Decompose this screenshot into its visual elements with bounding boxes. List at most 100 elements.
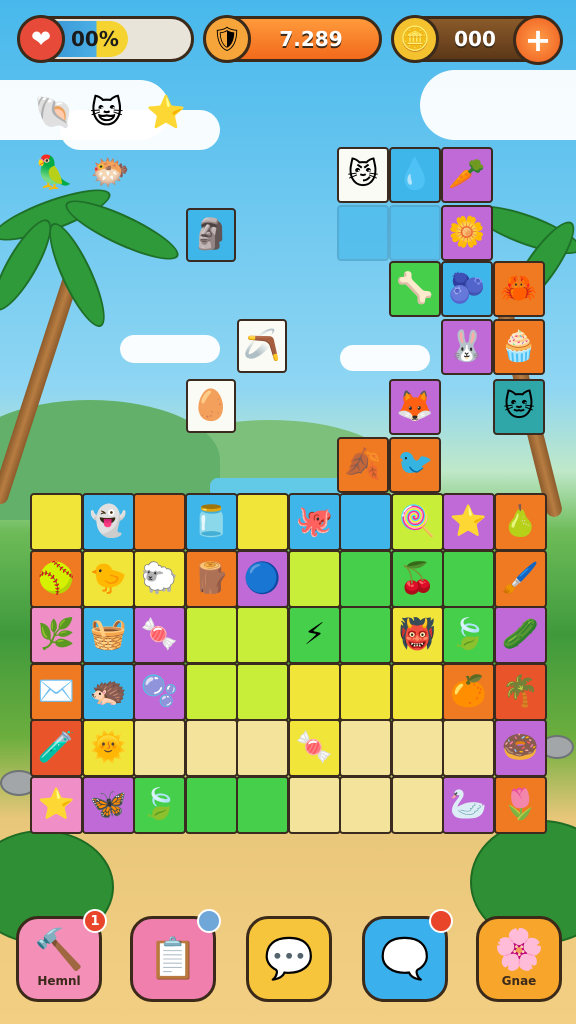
board-cell[interactable]: 🥎 [30,550,83,608]
parrot-icon: 🦜 [34,153,74,191]
board-cell[interactable]: 🍩 [494,719,547,777]
fox-icon[interactable]: 🦊 [389,379,441,435]
leaf-icon[interactable]: 🍂 [337,437,389,493]
board-cell[interactable] [185,776,238,834]
board-cell[interactable]: 🍬 [133,606,186,664]
bird-icon[interactable]: 🐦 [389,437,441,493]
board-cell[interactable]: 🥒 [494,606,547,664]
board-cell[interactable] [236,493,289,551]
message-button[interactable]: 🗨️ [362,909,453,1002]
board-cell[interactable] [442,719,495,777]
board-cell[interactable] [391,663,444,721]
coin-value: 000 [454,27,496,51]
moai-icon[interactable]: 🗿 [186,208,236,262]
board-cell[interactable]: 🍊 [442,663,495,721]
board-cell[interactable]: 🦢 [442,776,495,834]
cupcake-icon[interactable]: 🧁 [493,319,545,375]
board-cell[interactable]: 🧺 [82,606,135,664]
board-cell[interactable]: ⭐ [30,776,83,834]
board-cell[interactable]: 🧪 [30,719,83,777]
notes-button[interactable]: 📋 [130,909,221,1002]
coin-counter: 🪙 000 + [391,15,563,65]
boomerang-icon[interactable]: 🪃 [237,319,287,373]
settings-button[interactable]: 🌸 Gnae [476,916,562,1002]
board-cell[interactable]: 🌞 [82,719,135,777]
board-cell[interactable]: 🍃 [133,776,186,834]
board-cell[interactable] [133,493,186,551]
board-cell[interactable] [236,776,289,834]
board-cell[interactable] [133,719,186,777]
egg-icon[interactable]: 🥚 [186,379,236,433]
hammer-button[interactable]: 🔨 Hemnl 1 [16,909,107,1002]
kitty-icon[interactable]: 🐱 [493,379,545,435]
board-cell[interactable] [236,663,289,721]
board-cell[interactable] [30,493,83,551]
settings-label: Gnae [501,974,537,988]
pufferfish-icon: 🐡 [90,153,130,191]
board-cell[interactable]: 🖌️ [494,550,547,608]
cloud [120,335,220,363]
empty-tile[interactable] [389,205,441,261]
board-cell[interactable]: 🦋 [82,776,135,834]
board-cell[interactable] [339,663,392,721]
board-cell[interactable] [236,606,289,664]
board-cell[interactable]: 🍒 [391,550,444,608]
carrot-icon[interactable]: 🥕 [441,147,493,203]
cloud [60,110,220,150]
bone-icon[interactable]: 🦴 [389,261,441,317]
board-cell[interactable] [185,663,238,721]
board-cell[interactable]: ⭐ [442,493,495,551]
board-cell[interactable]: 🦔 [82,663,135,721]
board-cell[interactable] [339,550,392,608]
bunny-icon[interactable]: 🐰 [441,319,493,375]
board-cell[interactable]: ⚡ [288,606,341,664]
empty-tile[interactable] [337,205,389,261]
board-cell[interactable] [391,719,444,777]
flower-icon[interactable]: 🌼 [441,205,493,261]
board-cell[interactable]: 👹 [391,606,444,664]
board-cell[interactable] [339,606,392,664]
board-cell[interactable] [288,663,341,721]
board-cell[interactable]: 🍬 [288,719,341,777]
board-cell[interactable]: 🐑 [133,550,186,608]
board-cell[interactable] [236,719,289,777]
progress-value: 00% [71,27,119,51]
message-icon: 🗨️ [380,936,430,982]
board-cell[interactable] [391,776,444,834]
board-cell[interactable] [339,719,392,777]
cat-face-icon: 😺 [90,93,124,131]
hammer-icon: 🔨 [34,927,84,973]
board-cell[interactable]: 🔵 [236,550,289,608]
board-cell[interactable]: 🌷 [494,776,547,834]
board-cell[interactable]: 🫙 [185,493,238,551]
chat-icon: 💬 [264,936,314,982]
notification-badge: 1 [83,909,107,933]
board-cell[interactable]: 👻 [82,493,135,551]
board-cell[interactable] [339,776,392,834]
board-cell[interactable]: 🍐 [494,493,547,551]
board-cell[interactable] [442,550,495,608]
board-cell[interactable]: 🍃 [442,606,495,664]
board-cell[interactable]: 🐙 [288,493,341,551]
board-cell[interactable]: 🌿 [30,606,83,664]
board-cell[interactable] [185,719,238,777]
board-cell[interactable] [288,776,341,834]
board-cell[interactable]: 🐤 [82,550,135,608]
board-cell[interactable] [185,606,238,664]
coin-icon: 🪙 [391,15,439,63]
board-cell[interactable]: 🪵 [185,550,238,608]
hammer-label: Hemnl [37,974,81,988]
add-coins-button[interactable]: + [513,15,563,65]
berry-icon[interactable]: 🫐 [441,261,493,317]
notes-icon: 📋 [148,936,198,982]
chat-button[interactable]: 💬 [246,916,332,1002]
board-cell[interactable] [288,550,341,608]
crab-icon[interactable]: 🦀 [493,261,545,317]
drop-icon[interactable]: 💧 [389,147,441,203]
board-cell[interactable]: 🍭 [391,493,444,551]
board-cell[interactable] [339,493,392,551]
cat-icon[interactable]: 😼 [337,147,389,203]
board-cell[interactable]: 🫧 [133,663,186,721]
board-cell[interactable]: 🌴 [494,663,547,721]
board-cell[interactable]: ✉️ [30,663,83,721]
